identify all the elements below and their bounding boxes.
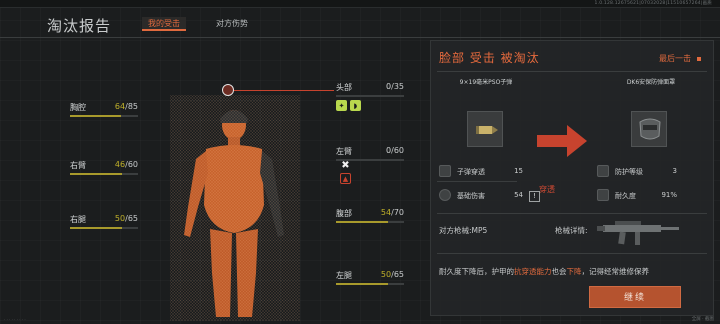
armor-class-stat: 防护等级 3	[597, 165, 677, 181]
header: 淘汰报告 我的受击 对方伤势	[0, 8, 720, 38]
footer-left: · · · · · · · · ·	[4, 317, 26, 322]
kill-summary-title: 脸部 受击 被淘汰	[439, 51, 540, 65]
armor-vest-icon	[597, 165, 609, 177]
tinnitus-icon[interactable]: ◗	[350, 100, 361, 111]
armor-name: DK6安保防弹面罩	[626, 79, 676, 86]
kill-details-panel: 脸部 受击 被淘汰 最后一击 9×19毫米PSO子弹 穿透 DK6安保防弹面罩 …	[430, 40, 714, 316]
hit-marker	[222, 84, 234, 96]
arrow-right-icon	[537, 125, 587, 157]
target-icon	[439, 189, 451, 201]
body-part-stomach: 腹部 54/70	[336, 206, 404, 223]
armor-item[interactable]	[631, 111, 667, 147]
enemy-weapon: 对方枪械:MP5	[439, 226, 488, 235]
page-title: 淘汰报告	[47, 17, 112, 35]
session-id: 1.0.128.12675621|07032028|11510657264|画质	[594, 1, 712, 6]
divider	[437, 181, 517, 182]
head-pointer-line	[234, 90, 334, 91]
body-part-left-leg: 左腿 50/65	[336, 268, 404, 285]
divider	[437, 71, 707, 72]
body-part-right-arm: 右臂 46/60	[70, 158, 138, 175]
weapon-details-label: 枪械详情:	[555, 226, 588, 235]
penetration-result: 穿透	[539, 185, 555, 194]
durability-note: 耐久度下降后，护甲的抗穿透能力也会下降，记得经常维修保养	[439, 267, 649, 276]
bleeding-icon[interactable]: ▲	[340, 173, 351, 184]
face-shield-icon	[639, 118, 661, 140]
ammo-item[interactable]	[467, 111, 503, 147]
body-part-head: 头部 0/35	[336, 80, 404, 97]
bullet-icon	[476, 126, 498, 134]
body-part-thorax: 胸腔 64/85	[70, 100, 138, 117]
weapon-mp5-icon[interactable]	[597, 213, 683, 247]
armor-durability-stat: 耐久度 91%	[597, 189, 677, 205]
last-hit-marker-icon	[697, 57, 701, 61]
left-arm-status-icons: ✖ ▲	[340, 160, 351, 184]
durability-icon	[597, 189, 609, 201]
tab-enemy-injuries[interactable]: 对方伤势	[206, 17, 258, 31]
body-silhouette	[170, 95, 300, 321]
top-status-bar: 1.0.128.12675621|07032028|11510657264|画质	[0, 0, 720, 8]
continue-button[interactable]: 继续	[589, 286, 681, 308]
ammo-damage-stat: 基础伤害 54	[439, 189, 523, 205]
divider	[437, 253, 707, 254]
penetration-arrow	[531, 111, 593, 171]
footer-right: 全屏 · 截图	[691, 317, 714, 322]
fracture-icon[interactable]: ✖	[340, 160, 351, 171]
body-status-panel: 头部 0/35 ✦ ◗ 胸腔 64/85 左臂 0/60 ✖ ▲ 右臂 46/6…	[10, 40, 426, 321]
body-part-left-arm: 左臂 0/60	[336, 144, 404, 161]
tab-my-hits[interactable]: 我的受击	[142, 17, 186, 31]
penetration-icon	[439, 165, 451, 177]
body-part-right-leg: 右腿 50/65	[70, 212, 138, 229]
last-hit-label: 最后一击	[659, 54, 691, 63]
head-status-icons: ✦ ◗	[336, 100, 361, 111]
ammo-penetration-stat: 子弹穿透 15	[439, 165, 523, 181]
ammo-name: 9×19毫米PSO子弹	[459, 79, 513, 86]
pain-icon[interactable]: ✦	[336, 100, 347, 111]
info-warning-icon[interactable]: !	[529, 191, 540, 202]
